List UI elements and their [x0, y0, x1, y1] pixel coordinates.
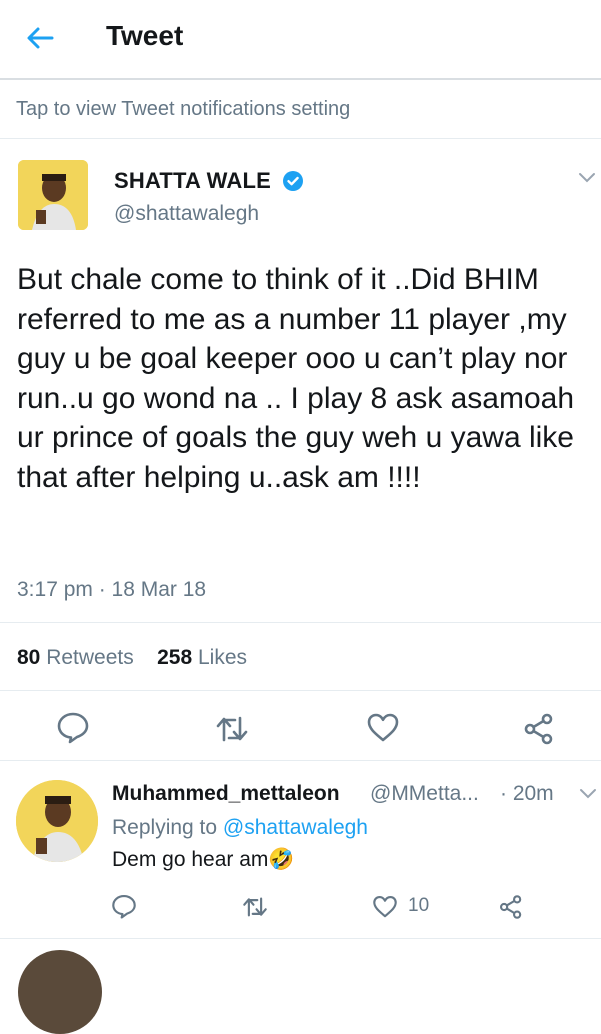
reply-icon[interactable]: [56, 710, 90, 744]
reply-author-name[interactable]: Muhammed_mettaleon: [112, 782, 340, 806]
divider: [0, 622, 601, 623]
retweet-icon[interactable]: [242, 894, 268, 920]
likes-label: Likes: [197, 646, 248, 669]
replying-to-handle[interactable]: @shattawalegh: [223, 816, 368, 839]
like-heart-icon[interactable]: [366, 711, 400, 745]
divider: [0, 760, 601, 761]
reply-author-handle[interactable]: @MMetta...: [370, 782, 479, 806]
reply-like-count: 10: [408, 895, 430, 916]
next-reply-avatar[interactable]: [18, 950, 102, 1034]
reply-text: Dem go hear am🤣: [112, 848, 295, 872]
replying-prefix: Replying to: [112, 816, 223, 839]
tweet-timestamp: 3:17 pm · 18 Mar 18: [17, 578, 207, 601]
avatar-image: [18, 160, 88, 230]
divider: [0, 690, 601, 691]
reply-icon[interactable]: [111, 893, 137, 919]
replying-to: Replying to @shattawalegh: [112, 816, 368, 840]
notification-settings-bar[interactable]: Tap to view Tweet notifications setting: [0, 80, 601, 139]
chevron-down-icon[interactable]: [578, 172, 596, 184]
retweets-label: Retweets: [46, 646, 134, 669]
divider: [0, 938, 601, 939]
reply-author-avatar[interactable]: [16, 780, 98, 862]
top-bar: Tweet: [0, 0, 601, 80]
likes-count: 258: [157, 646, 193, 669]
notification-settings-text: Tap to view Tweet notifications setting: [16, 98, 351, 120]
page-title: Tweet: [106, 20, 184, 51]
reply-text-content: Dem go hear am: [112, 848, 269, 871]
tweet-stats: 80 Retweets 258 Likes: [17, 646, 247, 670]
likes-stat[interactable]: 258 Likes: [157, 646, 247, 669]
chevron-down-icon[interactable]: [579, 788, 597, 800]
share-icon[interactable]: [498, 894, 524, 920]
author-handle[interactable]: @shattawalegh: [114, 202, 259, 226]
reply-time: · 20m: [500, 782, 554, 805]
arrow-left-icon[interactable]: [24, 22, 56, 54]
author-avatar[interactable]: [18, 160, 88, 230]
share-icon[interactable]: [522, 712, 556, 746]
tweet-text: But chale come to think of it ..Did BHIM…: [17, 263, 575, 494]
retweet-icon[interactable]: [215, 712, 249, 746]
author-name[interactable]: SHATTA WALE: [114, 168, 271, 194]
rofl-emoji: 🤣: [268, 848, 295, 871]
reply-avatar-image: [16, 780, 98, 862]
verified-badge-icon: [283, 171, 303, 191]
retweets-stat[interactable]: 80 Retweets: [17, 646, 134, 669]
retweets-count: 80: [17, 646, 41, 669]
like-heart-icon[interactable]: [372, 894, 398, 920]
